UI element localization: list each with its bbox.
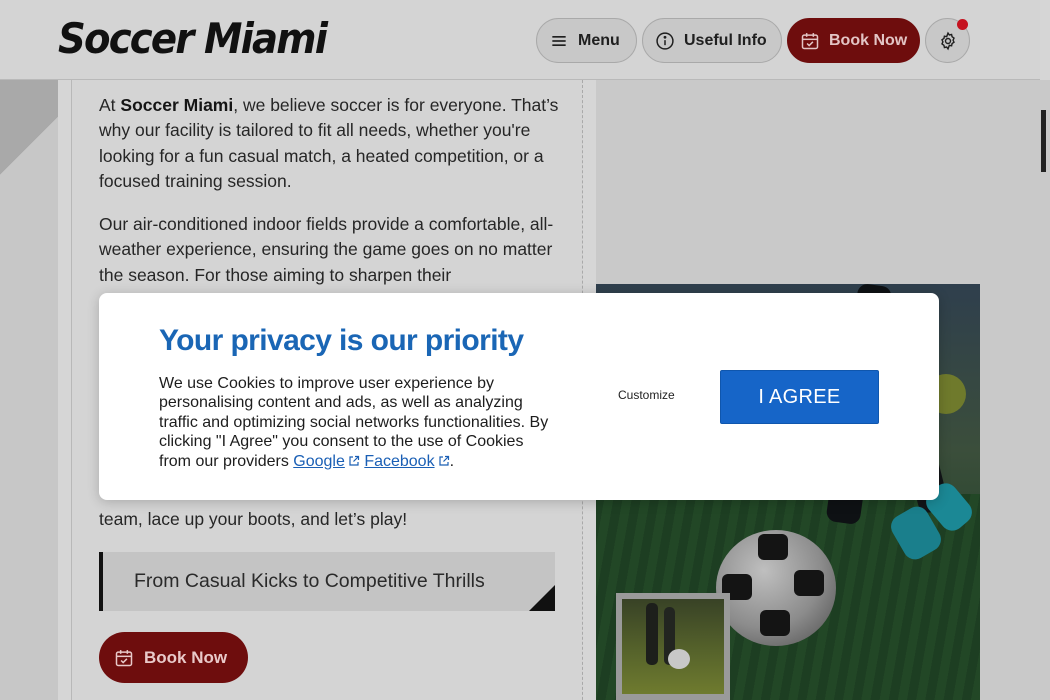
facebook-link[interactable]: Facebook <box>364 453 434 470</box>
decorative-stripe <box>0 80 58 700</box>
notification-dot <box>957 19 968 30</box>
book-now-button-content[interactable]: Book Now <box>99 632 248 683</box>
menu-button[interactable]: Menu <box>536 18 637 63</box>
fields-paragraph: Our air-conditioned indoor fields provid… <box>99 214 554 285</box>
scrollbar-thumb[interactable] <box>1041 110 1046 172</box>
useful-info-label: Useful Info <box>684 31 767 49</box>
external-link-icon <box>349 455 359 466</box>
sub-heading: From Casual Kicks to Competitive Thrills <box>99 552 555 611</box>
gear-icon <box>940 31 955 50</box>
calendar-check-icon <box>115 649 133 666</box>
closing-paragraph: team, lace up your boots, and let’s play… <box>99 509 408 529</box>
menu-icon <box>552 35 566 46</box>
book-now-label: Book Now <box>144 647 228 667</box>
site-logo[interactable]: Soccer Miami <box>58 14 328 63</box>
calendar-check-icon <box>801 32 819 49</box>
brand-name: Soccer Miami <box>120 95 234 115</box>
customize-link[interactable]: Customize <box>618 388 675 402</box>
book-now-button-header[interactable]: Book Now <box>787 18 920 63</box>
thumbnail-image[interactable] <box>616 593 730 700</box>
intro-paragraph: At Soccer Miami, we believe soccer is fo… <box>99 95 559 191</box>
soccer-ball-image <box>716 530 836 646</box>
sub-heading-text: From Casual Kicks to Competitive Thrills <box>134 570 485 592</box>
info-icon <box>656 31 674 50</box>
cookie-dialog-title: Your privacy is our priority <box>159 324 524 357</box>
book-now-label: Book Now <box>829 31 908 49</box>
cookie-dialog-body: We use Cookies to improve user experienc… <box>159 375 549 470</box>
cookie-consent-dialog: Your privacy is our priority We use Cook… <box>99 293 939 500</box>
corner-decoration <box>529 585 555 611</box>
external-link-icon <box>438 455 449 466</box>
menu-label: Menu <box>578 31 620 49</box>
useful-info-button[interactable]: Useful Info <box>642 18 782 63</box>
site-header: Soccer Miami Menu Useful Info Book Now <box>0 0 1040 80</box>
agree-button[interactable]: I AGREE <box>720 370 879 424</box>
google-link[interactable]: Google <box>293 453 345 470</box>
